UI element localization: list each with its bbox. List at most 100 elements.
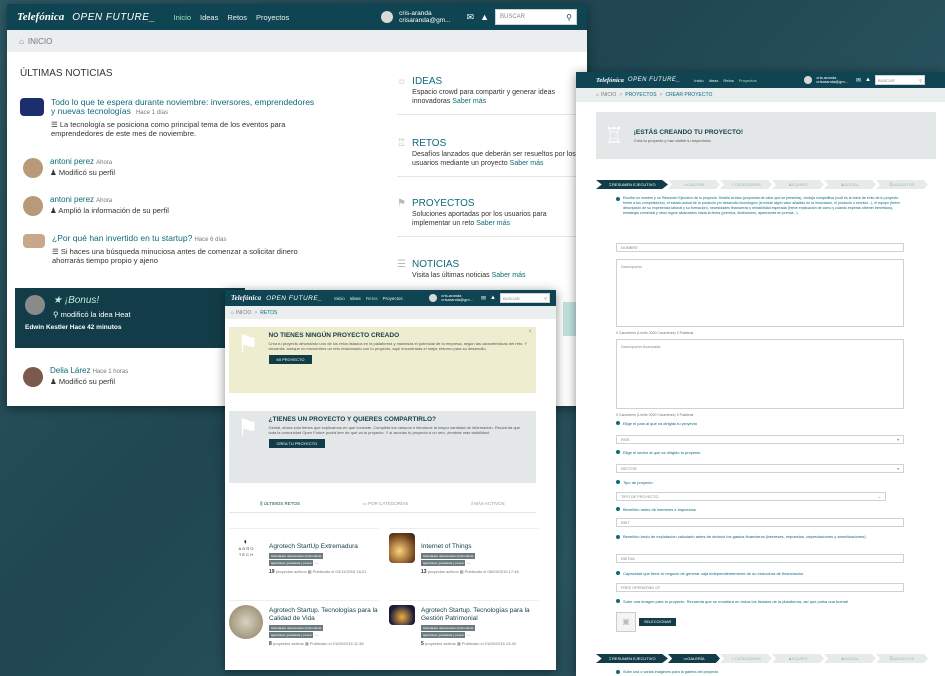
- search-input[interactable]: BUSCAR ⚲: [495, 9, 577, 25]
- saber-mas-link[interactable]: Saber más: [492, 272, 526, 279]
- avatar[interactable]: [804, 76, 813, 84]
- news-title-link[interactable]: ¿Por qué han invertido en tu startup?: [52, 233, 192, 243]
- step-galeria[interactable]: ▭ GALERÍA: [668, 180, 720, 189]
- category-tag[interactable]: agricultura, ganadería y pesca: [421, 560, 466, 566]
- card-title[interactable]: Agrotech Startup. Tecnologías para la Ca…: [269, 607, 379, 622]
- nav-inicio[interactable]: Inicio: [173, 13, 191, 22]
- list-item[interactable]: Todo lo que te espera durante noviembre:…: [20, 98, 320, 138]
- step-equipo[interactable]: ♟ EQUIPO: [772, 654, 824, 663]
- breadcrumb-inicio[interactable]: INICIO: [28, 37, 52, 46]
- close-icon[interactable]: ×: [528, 329, 532, 335]
- list-item[interactable]: antoni perez Ahora ♟ Amplió la informaci…: [23, 195, 169, 216]
- search-icon[interactable]: ⚲: [919, 78, 922, 83]
- reto-card[interactable]: Agrotech Startup. Tecnologías para la Ge…: [389, 600, 539, 666]
- breadcrumb-crear[interactable]: CREAR PROYECTO: [665, 92, 712, 98]
- avatar[interactable]: [429, 294, 438, 302]
- advanced-description-textarea[interactable]: Descripción Avanzada: [616, 339, 904, 409]
- step-categorias[interactable]: ⚐ CATEGORÍAS: [720, 180, 772, 189]
- nav-proyectos[interactable]: Proyectos: [256, 13, 289, 22]
- saber-mas-link[interactable]: Saber más: [452, 98, 486, 105]
- step-categorias[interactable]: ⚐ CATEGORÍAS: [720, 654, 772, 663]
- description-textarea[interactable]: Descripción: [616, 259, 904, 327]
- mail-icon[interactable]: ✉: [467, 12, 475, 23]
- news-title-link[interactable]: Todo lo que te espera durante noviembre:…: [51, 97, 314, 116]
- category-tag[interactable]: actividades relacionadas (informática): [269, 625, 324, 631]
- nav-ideas[interactable]: Ideas: [200, 13, 218, 22]
- step-social[interactable]: ♟ SOCIAL: [824, 180, 876, 189]
- project-name-input[interactable]: NOMBRE: [616, 243, 904, 252]
- home-icon[interactable]: ⌂: [596, 92, 599, 98]
- search-input[interactable]: BUSCAR ⚲: [500, 293, 550, 303]
- nav-retos[interactable]: Retos: [227, 13, 247, 22]
- nav-retos[interactable]: Retos: [366, 296, 378, 301]
- select-image-button[interactable]: SELECCIONAR: [639, 618, 677, 626]
- home-icon[interactable]: ⌂: [19, 37, 24, 46]
- list-item[interactable]: antoni perez Ahora ♟ Modificó su perfil: [23, 157, 115, 178]
- step-resumen[interactable]: ♖ RESUMEN EJECUTIVO: [596, 180, 668, 189]
- country-select[interactable]: PAÍS ▾: [616, 435, 904, 444]
- nav-retos[interactable]: Retos: [723, 78, 733, 83]
- ebitda-input[interactable]: EBITDA: [616, 554, 904, 563]
- reto-card[interactable]: Agrotech Startup. Tecnologías para la Ca…: [229, 600, 379, 666]
- card-title[interactable]: Internet of Things: [421, 543, 519, 550]
- open-future-logo[interactable]: OPEN FUTURE_: [72, 12, 155, 23]
- step-galeria[interactable]: ▭ GALERÍA: [668, 654, 720, 663]
- card-title[interactable]: Agrotech StartUp Extremadura: [269, 543, 366, 550]
- breadcrumb-retos[interactable]: RETOS: [260, 310, 277, 316]
- tab-mas-activos[interactable]: ⫰ MÁS ACTIVOS: [471, 501, 505, 507]
- home-icon[interactable]: ⌂: [231, 310, 234, 316]
- step-adjuntos[interactable]: ⎘ ADJUNTOS: [876, 180, 928, 189]
- tab-ultimos-retos[interactable]: ⫼ ÚLTIMOS RETOS: [260, 501, 300, 507]
- avatar[interactable]: [381, 11, 394, 23]
- step-resumen[interactable]: ♖ RESUMEN EJECUTIVO: [596, 654, 668, 663]
- category-tag[interactable]: actividades relacionadas (informática): [421, 553, 476, 559]
- telefonica-logo[interactable]: Telefónica: [231, 294, 261, 302]
- ebit-input[interactable]: EBIT: [616, 518, 904, 527]
- bonus-card[interactable]: ★ ¡Bonus! ⚲ modificó la idea Heat Edwin …: [15, 288, 245, 348]
- breadcrumb-inicio[interactable]: INICIO: [236, 310, 251, 316]
- telefonica-logo[interactable]: Telefónica: [596, 77, 624, 84]
- nav-proyectos[interactable]: Proyectos: [739, 78, 757, 83]
- nav-inicio[interactable]: Inicio: [334, 296, 345, 301]
- category-tag[interactable]: agricultura, ganadería y pesca: [421, 632, 466, 638]
- saber-mas-link[interactable]: Saber más: [510, 160, 544, 167]
- my-project-button[interactable]: MI PROYECTO: [268, 355, 313, 364]
- breadcrumb-inicio[interactable]: INICIO: [601, 92, 616, 98]
- list-item[interactable]: Delia Lárez Hace 1 horas ♟ Modificó su p…: [23, 366, 128, 387]
- category-tag[interactable]: actividades relacionadas (informática): [269, 553, 324, 559]
- step-social[interactable]: ♟ SOCIAL: [824, 654, 876, 663]
- search-icon[interactable]: ⚲: [566, 13, 572, 22]
- bell-icon[interactable]: ▲: [865, 77, 871, 83]
- mail-icon[interactable]: ✉: [856, 77, 861, 84]
- search-input[interactable]: BUSCAR ⚲: [875, 75, 925, 85]
- create-project-button[interactable]: CREA TU PROYECTO: [268, 439, 326, 448]
- search-icon[interactable]: ⚲: [544, 296, 547, 301]
- news-user[interactable]: antoni perez: [50, 157, 94, 166]
- nav-inicio[interactable]: Inicio: [694, 78, 703, 83]
- category-tag[interactable]: agricultura, ganadería y pesca: [269, 560, 314, 566]
- open-future-logo[interactable]: OPEN FUTURE_: [266, 295, 322, 302]
- step-equipo[interactable]: ♟ EQUIPO: [772, 180, 824, 189]
- telefonica-logo[interactable]: Telefónica: [17, 11, 64, 23]
- bell-icon[interactable]: ▲: [480, 12, 489, 22]
- nav-proyectos[interactable]: Proyectos: [383, 296, 403, 301]
- reto-card[interactable]: ◐ A G R O T E C H Agrotech StartUp Extrem…: [229, 528, 379, 586]
- step-adjuntos[interactable]: ⎘ ADJUNTOS: [876, 654, 928, 663]
- user-name[interactable]: cris-aranda: [399, 10, 450, 17]
- news-user[interactable]: antoni perez: [50, 195, 94, 204]
- open-future-logo[interactable]: OPEN FUTURE_: [628, 77, 680, 83]
- bell-icon[interactable]: ▲: [490, 295, 496, 301]
- category-tag[interactable]: agricultura, ganadería y pesca: [269, 632, 314, 638]
- nav-ideas[interactable]: Ideas: [350, 296, 361, 301]
- nav-ideas[interactable]: Ideas: [709, 78, 719, 83]
- tab-por-categorias[interactable]: ▭ POR CATEGORÍAS: [363, 501, 409, 507]
- project-type-select[interactable]: TIPO DE PROYECTO ⌄: [616, 492, 886, 501]
- card-title[interactable]: Agrotech Startup. Tecnologías para la Ge…: [421, 607, 539, 622]
- category-tag[interactable]: actividades relacionadas (informática): [421, 625, 476, 631]
- news-user[interactable]: Delia Lárez: [50, 366, 90, 375]
- list-item[interactable]: ¿Por qué han invertido en tu startup? Ha…: [23, 234, 323, 265]
- sector-select[interactable]: SECTOR ▾: [616, 464, 904, 473]
- free-operating-cf-input[interactable]: FREE OPERATING CF: [616, 583, 904, 592]
- mail-icon[interactable]: ✉: [481, 295, 486, 302]
- breadcrumb-proyectos[interactable]: PROYECTOS: [625, 92, 656, 98]
